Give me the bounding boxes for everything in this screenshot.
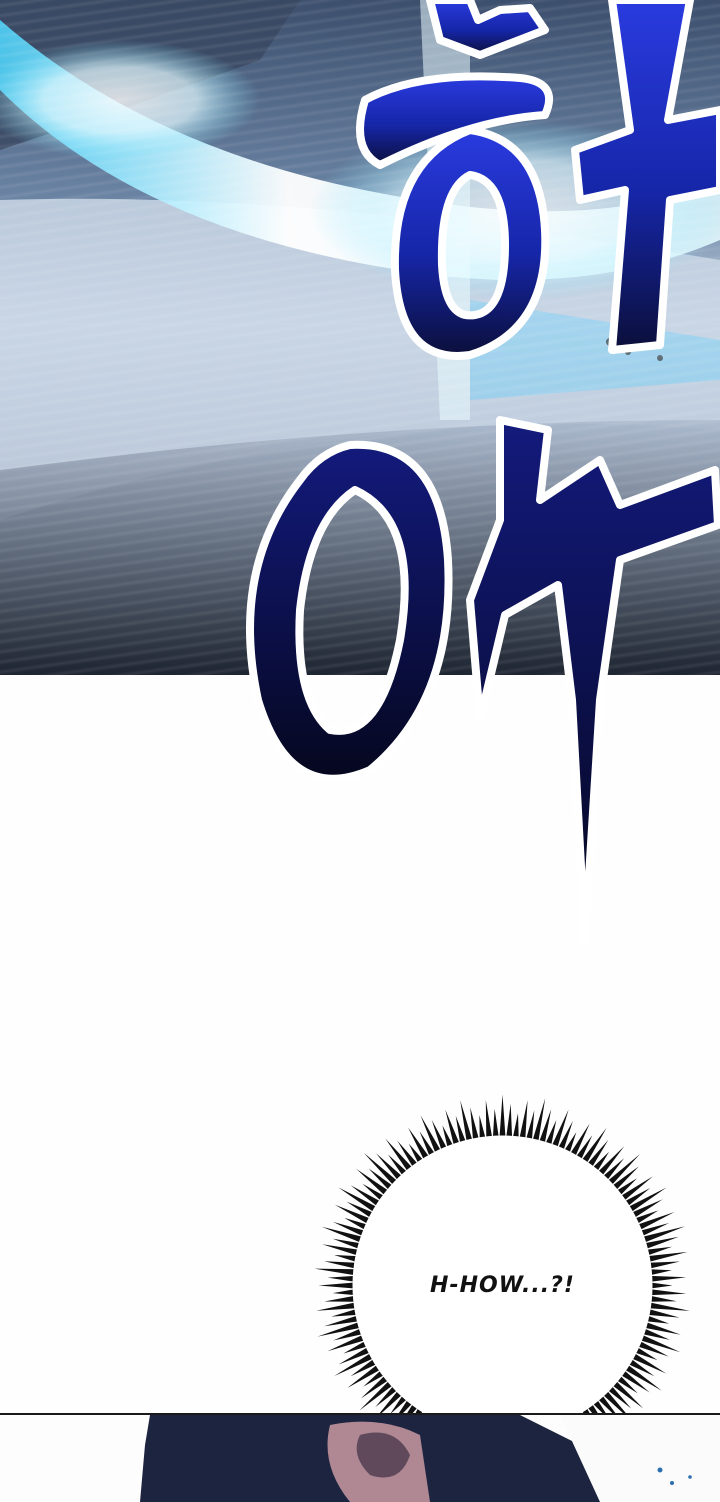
action-panel: [0, 0, 720, 675]
next-panel: [0, 1413, 720, 1502]
speed-lines: [0, 0, 720, 675]
character-figure: [140, 1415, 720, 1502]
